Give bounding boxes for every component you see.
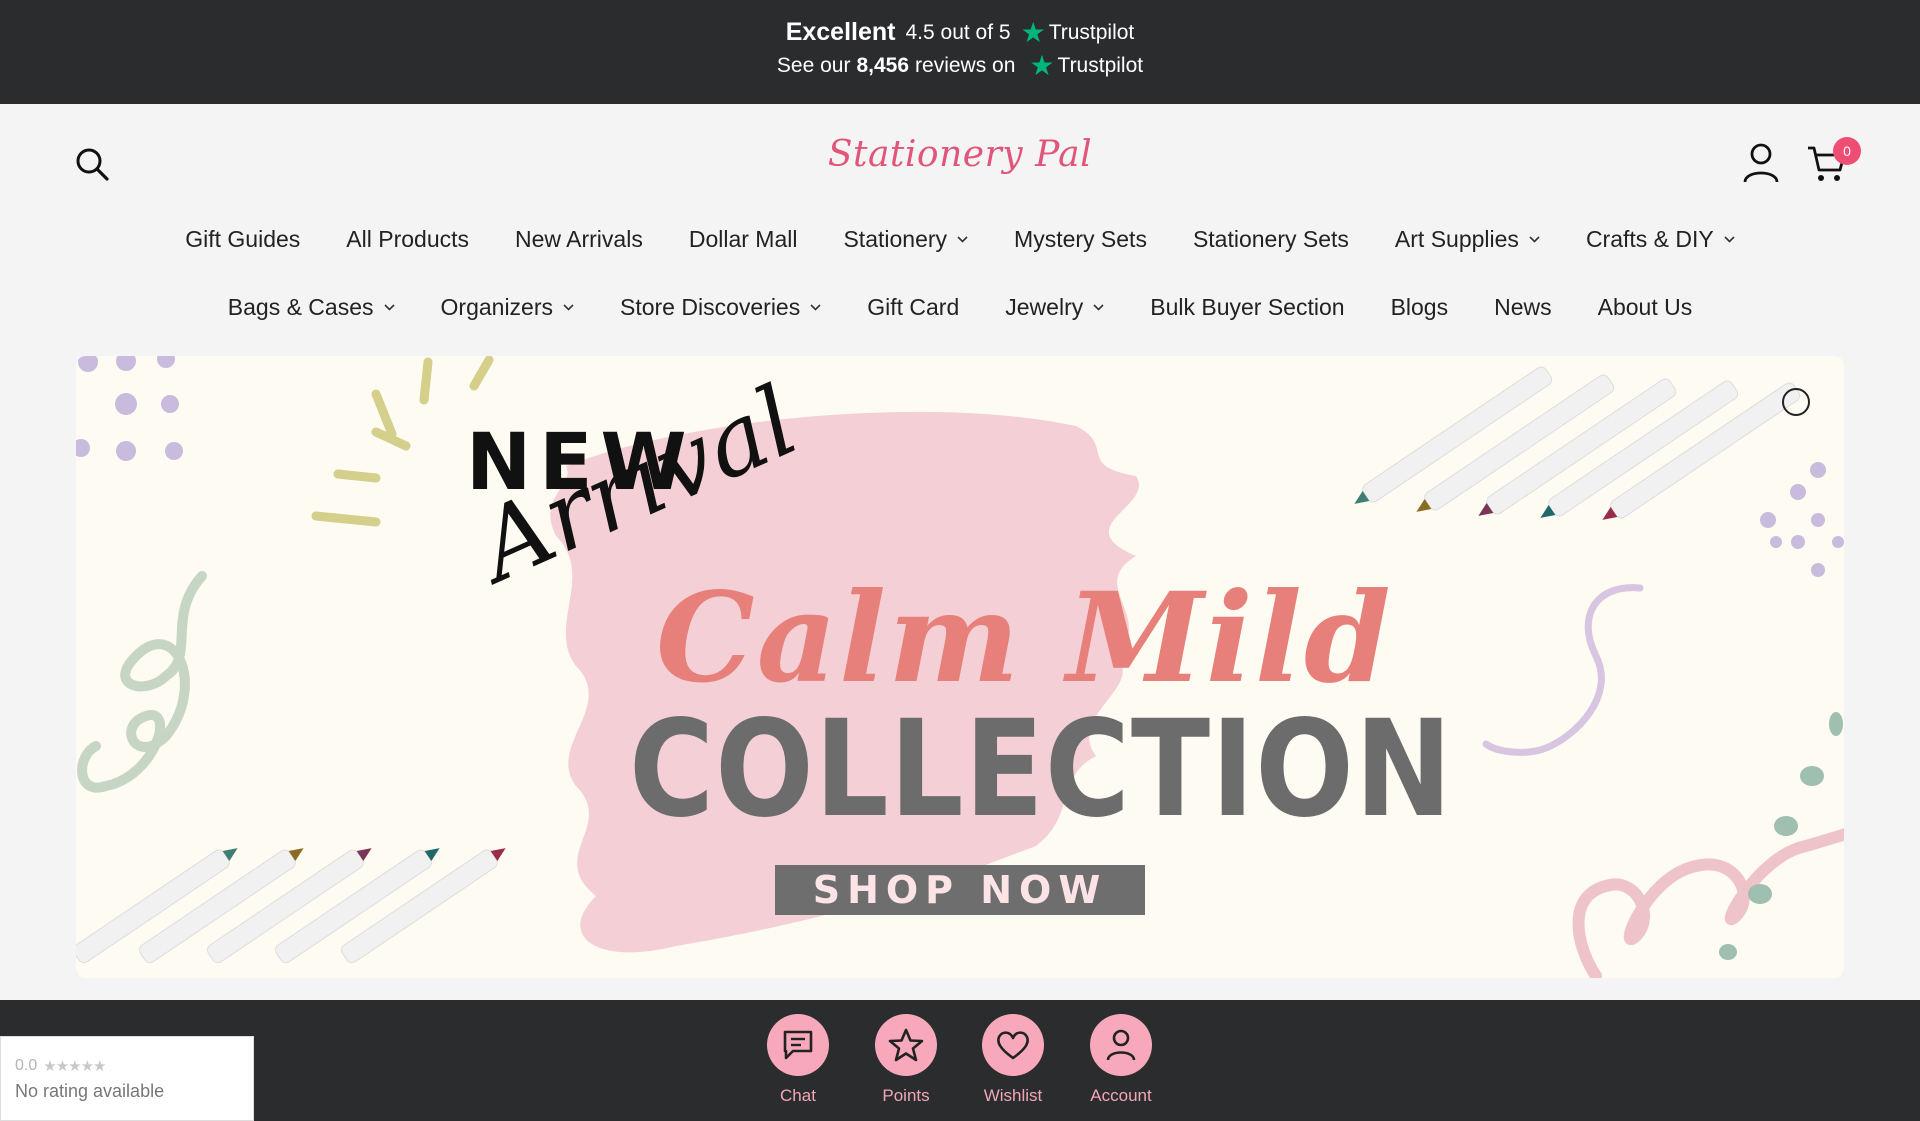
nav-item-label: Gift Guides (185, 226, 301, 252)
trustpilot-banner[interactable]: Excellent 4.5 out of 5 ★ Trustpilot See … (0, 0, 1920, 104)
nav-item-art-supplies[interactable]: Art Supplies (1395, 226, 1540, 253)
nav-item-label: Dollar Mall (688, 226, 798, 252)
chevron-down-icon (810, 304, 821, 311)
rating-score-value: 0.0 (15, 1057, 38, 1074)
points-button[interactable]: Points (866, 1014, 946, 1106)
hero-banner[interactable]: NEW Arrival Calm Mild COLLECTION SHOP NO… (76, 356, 1844, 978)
nav-item-organizers[interactable]: Organizers (441, 294, 574, 321)
trustpilot-logo: ★ Trustpilot (1020, 16, 1135, 48)
nav-item-label: Stationery (843, 226, 948, 252)
bottom-toolbar: Chat Points Wishlist Account (0, 1000, 1920, 1121)
nav-item-label: Jewelry (1005, 294, 1084, 320)
wishlist-label: Wishlist (983, 1086, 1043, 1105)
nav-item-label: Stationery Sets (1192, 226, 1349, 252)
site-header: Stationery Pal 0 Gift Guides All Products… (0, 104, 1920, 354)
nav-item-label: Organizers (440, 294, 553, 320)
site-logo[interactable]: Stationery Pal (0, 134, 1920, 175)
nav-item-news[interactable]: News (1494, 294, 1552, 321)
reviews-prefix: See our (776, 54, 851, 77)
chevron-down-icon (383, 304, 395, 311)
nav-item-label: Bulk Buyer Section (1150, 294, 1345, 320)
hero-collection-text: COLLECTION (629, 692, 1453, 848)
nav-item-label: Gift Card (867, 294, 960, 320)
rating-score: 4.5 out of 5 (905, 20, 1011, 44)
nav-item-label: Crafts & DIY (1585, 226, 1714, 252)
chevron-down-icon (1529, 236, 1540, 243)
trustpilot-star-icon: ★ (1020, 16, 1046, 48)
heart-icon (997, 1031, 1029, 1060)
trustpilot-star-icon: ★ (1029, 50, 1055, 81)
nav-item-gift-guides[interactable]: Gift Guides (185, 226, 300, 253)
chat-icon (783, 1030, 813, 1060)
main-nav-row-1: Gift Guides All Products New Arrivals Dolla… (0, 226, 1920, 253)
shop-now-button[interactable]: SHOP NOW (775, 865, 1145, 915)
rating-stars-icon: ★★★★★ (43, 1058, 106, 1075)
nav-item-all-products[interactable]: All Products (346, 226, 469, 253)
nav-item-store-discoveries[interactable]: Store Discoveries (620, 294, 821, 321)
nav-item-jewelry[interactable]: Jewelry (1005, 294, 1104, 321)
chevron-down-icon (1093, 304, 1104, 311)
nav-item-mystery-sets[interactable]: Mystery Sets (1014, 226, 1147, 253)
nav-item-bulk-buyer-section[interactable]: Bulk Buyer Section (1150, 294, 1344, 321)
chevron-down-icon (1724, 236, 1735, 243)
slider-dot[interactable] (1782, 388, 1810, 416)
points-circle (875, 1014, 937, 1076)
chat-button[interactable]: Chat (758, 1014, 838, 1106)
chat-label: Chat (780, 1086, 816, 1105)
nav-item-about-us[interactable]: About Us (1598, 294, 1693, 321)
nav-item-blogs[interactable]: Blogs (1391, 294, 1449, 321)
nav-item-label: Blogs (1390, 294, 1449, 320)
rating-widget[interactable]: 0.0 ★★★★★ No rating available (0, 1036, 254, 1121)
trustpilot-reviews-line: See our 8,456 reviews on ★ Trustpilot (0, 52, 1920, 80)
cart-count-badge: 0 (1833, 137, 1861, 165)
star-icon (888, 1028, 924, 1062)
nav-item-bags-cases[interactable]: Bags & Cases (228, 294, 395, 321)
account-circle (1090, 1014, 1152, 1076)
trustpilot-brand: Trustpilot (1048, 20, 1135, 44)
account-button[interactable]: Account (1081, 1014, 1161, 1106)
nav-item-crafts-diy[interactable]: Crafts & DIY (1586, 226, 1735, 253)
nav-item-label: Mystery Sets (1014, 226, 1147, 252)
account-icon[interactable] (1742, 142, 1780, 184)
nav-item-label: About Us (1597, 294, 1693, 320)
rating-row: 0.0 ★★★★★ (15, 1057, 239, 1075)
rating-word: Excellent (785, 18, 896, 46)
user-icon (1106, 1029, 1136, 1061)
nav-item-new-arrivals[interactable]: New Arrivals (515, 226, 643, 253)
rating-status-text: No rating available (15, 1081, 165, 1101)
trustpilot-logo-2: ★ Trustpilot (1029, 52, 1143, 80)
chevron-down-icon (957, 236, 968, 243)
nav-item-label: Art Supplies (1394, 226, 1519, 252)
wishlist-button[interactable]: Wishlist (973, 1014, 1053, 1106)
nav-item-dollar-mall[interactable]: Dollar Mall (689, 226, 798, 253)
reviews-suffix: reviews on (915, 54, 1016, 77)
points-label: Points (882, 1086, 930, 1105)
main-nav-row-2: Bags & Cases Organizers Store Discoveries G… (0, 294, 1920, 321)
chat-circle (767, 1014, 829, 1076)
nav-item-label: New Arrivals (515, 226, 643, 252)
nav-item-stationery[interactable]: Stationery (843, 226, 968, 253)
nav-item-label: All Products (346, 226, 470, 252)
hero-calm-mild-text: Calm Mild (656, 566, 1393, 711)
trustpilot-brand-2: Trustpilot (1057, 54, 1144, 77)
nav-item-gift-card[interactable]: Gift Card (867, 294, 959, 321)
nav-item-label: Bags & Cases (227, 294, 374, 320)
nav-item-label: News (1494, 294, 1552, 320)
trustpilot-rating-line: Excellent 4.5 out of 5 ★ Trustpilot (0, 18, 1920, 47)
chevron-down-icon (563, 304, 574, 311)
nav-item-label: Store Discoveries (620, 294, 801, 320)
nav-item-stationery-sets[interactable]: Stationery Sets (1193, 226, 1349, 253)
reviews-count: 8,456 (856, 54, 910, 77)
wishlist-circle (982, 1014, 1044, 1076)
account-label: Account (1090, 1086, 1152, 1105)
